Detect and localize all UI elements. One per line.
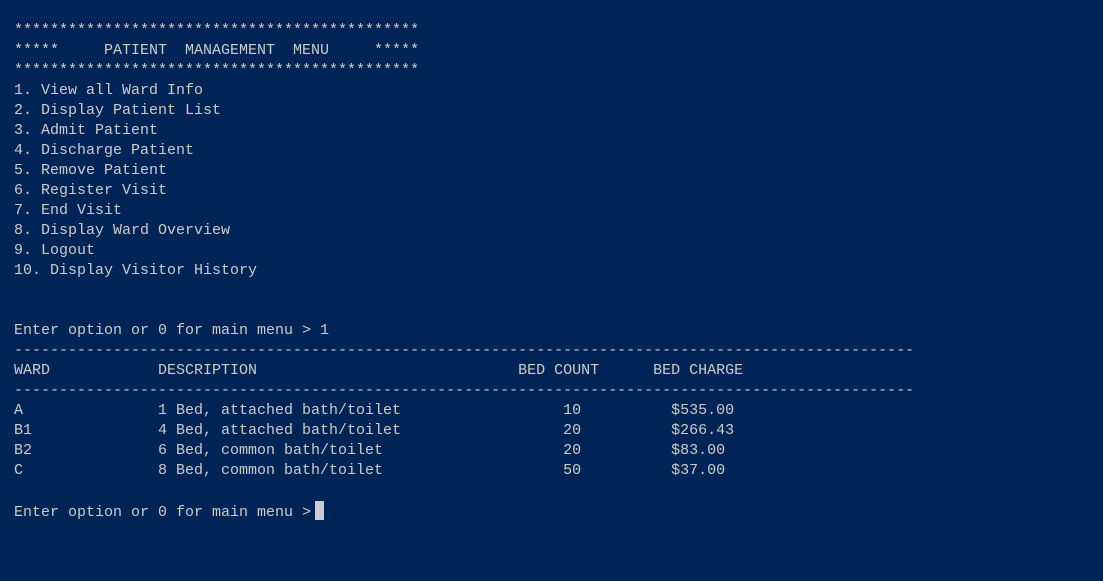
banner-title: ***** PATIENT MANAGEMENT MENU ***** (14, 42, 420, 59)
cell-bed-charge: $83.00 (671, 442, 726, 459)
cell-bed-charge: $266.43 (671, 422, 735, 439)
cell-bed-count: 10 (563, 402, 582, 419)
table-row: A 1 Bed, attached bath/toilet 10 $535.00 (14, 401, 914, 421)
header-ward: WARD (14, 362, 51, 379)
table-row: B1 4 Bed, attached bath/toilet 20 $266.4… (14, 421, 914, 441)
table-row: B2 6 Bed, common bath/toilet 20 $83.00 (14, 441, 914, 461)
text-cursor[interactable] (315, 501, 325, 520)
first-prompt: Enter option or 0 for main menu > 1 (14, 322, 330, 339)
menu-item: 3. Admit Patient (14, 122, 159, 139)
cell-description: 6 Bed, common bath/toilet (158, 442, 384, 459)
cell-bed-count: 50 (563, 462, 582, 479)
banner-border-top: ****************************************… (14, 22, 420, 39)
banner-border-bottom: ****************************************… (14, 62, 420, 79)
current-prompt: Enter option or 0 for main menu > (14, 504, 312, 521)
cell-ward: A (14, 402, 24, 419)
cell-bed-count: 20 (563, 442, 582, 459)
cell-description: 8 Bed, common bath/toilet (158, 462, 384, 479)
menu-item: 10. Display Visitor History (14, 262, 258, 279)
menu-item: 6. Register Visit (14, 182, 168, 199)
menu-item: 7. End Visit (14, 202, 123, 219)
cell-ward: B2 (14, 442, 33, 459)
cell-description: 4 Bed, attached bath/toilet (158, 422, 402, 439)
cell-ward: B1 (14, 422, 33, 439)
menu-item: 8. Display Ward Overview (14, 222, 231, 239)
menu-item: 5. Remove Patient (14, 162, 168, 179)
cell-bed-charge: $37.00 (671, 462, 726, 479)
cell-ward: C (14, 462, 24, 479)
menu-item: 4. Discharge Patient (14, 142, 195, 159)
table-separator: ----------------------------------------… (14, 382, 915, 399)
cell-bed-charge: $535.00 (671, 402, 735, 419)
table-separator: ----------------------------------------… (14, 342, 915, 359)
menu-item: 2. Display Patient List (14, 102, 222, 119)
header-bed-count: BED COUNT (518, 362, 600, 379)
cell-description: 1 Bed, attached bath/toilet (158, 402, 402, 419)
menu-item: 1. View all Ward Info (14, 82, 204, 99)
input-prompt-line[interactable]: Enter option or 0 for main menu > (14, 501, 914, 521)
cell-bed-count: 20 (563, 422, 582, 439)
menu-item: 9. Logout (14, 242, 96, 259)
header-description: DESCRIPTION (158, 362, 258, 379)
header-bed-charge: BED CHARGE (653, 362, 744, 379)
table-row: C 8 Bed, common bath/toilet 50 $37.00 (14, 461, 914, 481)
table-header: WARD DESCRIPTION BED COUNT BED CHARGE (14, 361, 914, 381)
terminal-output[interactable]: ****************************************… (14, 21, 914, 521)
